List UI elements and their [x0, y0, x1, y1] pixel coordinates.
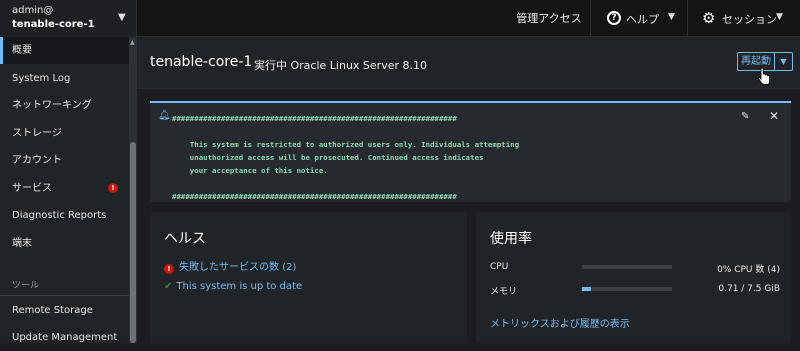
- help-label: ヘルプ: [626, 13, 659, 26]
- sidebar-item-networking[interactable]: ネットワーキング: [0, 92, 129, 119]
- bell-icon: 🔔︎: [158, 110, 171, 121]
- updates-status-link[interactable]: ✔ This system is up to date: [164, 281, 302, 292]
- sidebar-divider: [0, 295, 129, 296]
- sidebar-scrollbar-thumb[interactable]: [130, 142, 136, 343]
- session-label: セッション: [722, 13, 777, 26]
- chevron-down-icon: ▼: [780, 57, 787, 66]
- mouse-cursor-icon: [757, 68, 770, 85]
- failed-services-label: 失敗したサービスの数 (2): [179, 262, 297, 273]
- sidebar-item-storage[interactable]: ストレージ: [0, 120, 129, 147]
- sidebar-item-label: サービス: [12, 183, 52, 194]
- health-title: ヘルス: [164, 231, 206, 247]
- memory-label: メモリ: [490, 287, 518, 297]
- help-icon: ?: [607, 11, 621, 25]
- usage-card: 使用率 CPU 0% CPU 数 (4) メモリ 0.71 / 7.5 GiB …: [476, 212, 791, 343]
- sidebar-item-update-management[interactable]: Update Management: [0, 324, 129, 351]
- health-card: ヘルス ! 失敗したサービスの数 (2) ✔ This system is up t…: [150, 212, 467, 343]
- memory-value: 0.71 / 7.5 GiB: [718, 284, 780, 294]
- chevron-down-icon: ▼: [668, 12, 675, 22]
- cpu-value: 0% CPU 数 (4): [717, 265, 780, 275]
- cpu-label: CPU: [490, 262, 509, 272]
- check-icon: ✔: [164, 281, 173, 292]
- restart-options-toggle[interactable]: ▼: [775, 53, 792, 70]
- motd-banner: 🔔︎ #####################################…: [150, 101, 791, 202]
- chevron-down-icon: ▼: [118, 12, 126, 23]
- sidebar-item-terminal[interactable]: 端末: [0, 230, 129, 257]
- host-switcher[interactable]: admin@ tenable-core-1 ▼: [0, 0, 137, 37]
- top-navigation-bar: admin@ tenable-core-1 ▼ 管理アクセス ? ヘルプ ▼ ⚙…: [0, 0, 800, 37]
- session-menu[interactable]: ⚙ セッション ▼: [688, 0, 800, 37]
- error-icon: !: [164, 264, 174, 274]
- host-switcher-host: tenable-core-1: [12, 19, 95, 30]
- failed-services-link[interactable]: ! 失敗したサービスの数 (2): [164, 258, 296, 274]
- help-menu[interactable]: ? ヘルプ ▼: [590, 0, 688, 37]
- chevron-down-icon: ▼: [776, 12, 783, 22]
- edit-icon[interactable]: ✎: [741, 111, 749, 122]
- sidebar-section-tools: ツール: [12, 281, 40, 291]
- usage-title: 使用率: [490, 231, 532, 247]
- admin-access-button[interactable]: 管理アクセス: [508, 0, 590, 37]
- sidebar-item-diagnostic-reports[interactable]: Diagnostic Reports: [0, 202, 129, 229]
- host-switcher-user: admin@: [12, 5, 54, 16]
- page-header: tenable-core-1 実行中 Oracle Linux Server 8…: [137, 37, 800, 89]
- scroll-up-icon[interactable]: ▲: [130, 39, 135, 46]
- sidebar-item-accounts[interactable]: アカウント: [0, 147, 129, 174]
- cpu-usage-bar: [582, 265, 672, 269]
- sidebar-item-overview[interactable]: 概要: [0, 37, 129, 64]
- metrics-history-link[interactable]: メトリックスおよび履歴の表示: [490, 315, 630, 330]
- page-title: tenable-core-1: [150, 54, 253, 70]
- memory-usage-bar: [582, 287, 672, 291]
- gear-icon: ⚙: [702, 9, 716, 27]
- sidebar-item-system-log[interactable]: System Log: [0, 65, 129, 92]
- sidebar: 概要 System Log ネットワーキング ストレージ アカウント サービス …: [0, 37, 137, 343]
- updates-status-label: This system is up to date: [176, 281, 303, 292]
- sidebar-item-services[interactable]: サービス !: [0, 175, 129, 202]
- close-icon[interactable]: ✕: [769, 109, 779, 123]
- sidebar-item-remote-storage[interactable]: Remote Storage: [0, 297, 129, 324]
- memory-usage-fill: [582, 287, 591, 291]
- system-status: 実行中 Oracle Linux Server 8.10: [254, 59, 427, 72]
- error-badge-icon: !: [108, 183, 118, 193]
- motd-text: ########################################…: [172, 114, 520, 201]
